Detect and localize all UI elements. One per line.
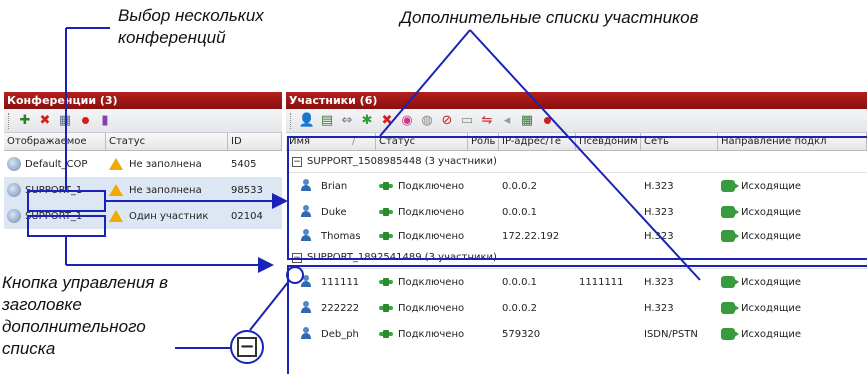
column-id[interactable]: ID [228,133,282,150]
conference-row[interactable]: Default_COP Не заполнена 5405 [4,151,282,177]
suspend-video-icon[interactable]: ⊘ [439,113,455,129]
participants-panel-title: Участники (6) [286,92,867,109]
new-conference-icon[interactable]: ✚ [17,113,33,129]
conference-status: Один участник [129,210,209,222]
warning-icon [109,210,123,222]
conference-id: 5405 [231,158,257,170]
warning-icon [109,184,123,196]
column-display-name[interactable]: Отображаемое [4,133,106,150]
conference-properties-icon[interactable]: ▦ [57,113,73,129]
address-book-icon[interactable]: ▤ [319,113,335,129]
add-participant-icon[interactable]: 👤 [299,113,315,129]
record-icon[interactable] [539,113,555,129]
start-recording-icon[interactable] [77,113,93,129]
layout-icon[interactable]: ▦ [519,113,535,129]
participants-toolbar: 👤 ▤ ⇔ ✱ ✖ ◉ ◍ ⊘ ▭ ⇋ ◂ ▦ [286,109,867,133]
conference-icon [7,157,21,171]
conferences-toolbar: ✚ ✖ ▦ ▮ [4,109,282,133]
volume-icon[interactable]: ◍ [419,113,435,129]
conference-id: 98533 [231,184,263,196]
conferences-panel-title: Конференции (3) [4,92,282,109]
conference-icon [7,209,21,223]
connect-icon[interactable]: ⇔ [339,113,355,129]
highlight-box-conference-1 [27,190,106,212]
toolbar-grip [290,112,292,129]
highlight-box-group-2 [287,265,867,374]
zoomed-collapse-icon: − [237,337,257,357]
mute-audio-icon[interactable]: ◉ [399,113,415,129]
column-status[interactable]: Статус [106,133,228,150]
highlight-box-conference-2 [27,215,106,237]
speaker-icon[interactable]: ◂ [499,113,515,129]
callout-extra-lists: Дополнительные списки участников [400,8,699,27]
highlight-box-group-1 [287,136,867,260]
conference-icon [7,183,21,197]
toolbar-grip [8,112,10,129]
pause-recording-icon[interactable]: ▮ [97,113,113,129]
callout-control-button: Кнопка управления в заголовке дополнител… [2,273,168,358]
conference-status: Не заполнена [129,158,202,170]
callout-multi-select: Выбор нескольких конференций [118,6,264,47]
leader-zoom-button [249,280,290,331]
far-end-control-icon[interactable]: ⇋ [479,113,495,129]
conferences-table-header: Отображаемое Статус ID [4,133,282,151]
conferences-panel: Конференции (3) ✚ ✖ ▦ ▮ Отображаемое Ста… [4,92,282,270]
zoomed-collapse-button: − [230,330,264,364]
conference-status: Не заполнена [129,184,202,196]
disconnect-icon[interactable]: ✱ [359,113,375,129]
conference-name: Default_COP [25,158,88,170]
camera-icon[interactable]: ▭ [459,113,475,129]
conference-id: 02104 [231,210,263,222]
delete-participant-icon[interactable]: ✖ [379,113,395,129]
warning-icon [109,158,123,170]
delete-conference-icon[interactable]: ✖ [37,113,53,129]
